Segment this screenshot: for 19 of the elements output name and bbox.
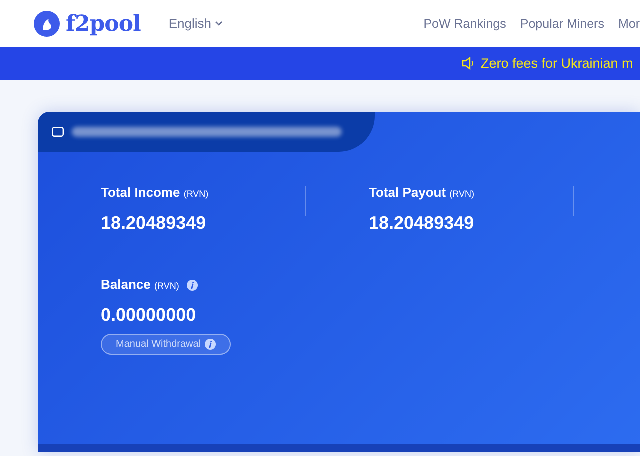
stat-label: Total Payout (RVN) xyxy=(369,185,475,200)
stat-value: 18.20489349 xyxy=(101,213,208,234)
logo-icon xyxy=(34,10,60,36)
brand-name: f2pool xyxy=(66,10,141,36)
stat-value: 0.00000000 xyxy=(101,305,198,326)
withdrawal-button[interactable]: Manual Withdrawal xyxy=(101,334,232,355)
chevron-down-icon xyxy=(214,20,222,26)
nav-link[interactable]: Mor xyxy=(618,16,640,30)
language-selector[interactable]: English xyxy=(168,16,222,31)
stat-label: Balance (RVN) xyxy=(101,277,180,292)
notice-text: Zero fees for Ukrainian m xyxy=(481,56,634,71)
stat-value: 18.20489349 xyxy=(369,213,476,234)
nav-link[interactable]: PoW Rankings xyxy=(424,16,506,30)
wallet-icon xyxy=(52,127,64,137)
nav-link[interactable]: Popular Miners xyxy=(520,16,604,30)
speaker-icon xyxy=(462,57,475,70)
info-icon xyxy=(187,280,198,290)
info-icon xyxy=(205,339,216,350)
stat-label: Total Income (RVN) xyxy=(101,185,209,200)
